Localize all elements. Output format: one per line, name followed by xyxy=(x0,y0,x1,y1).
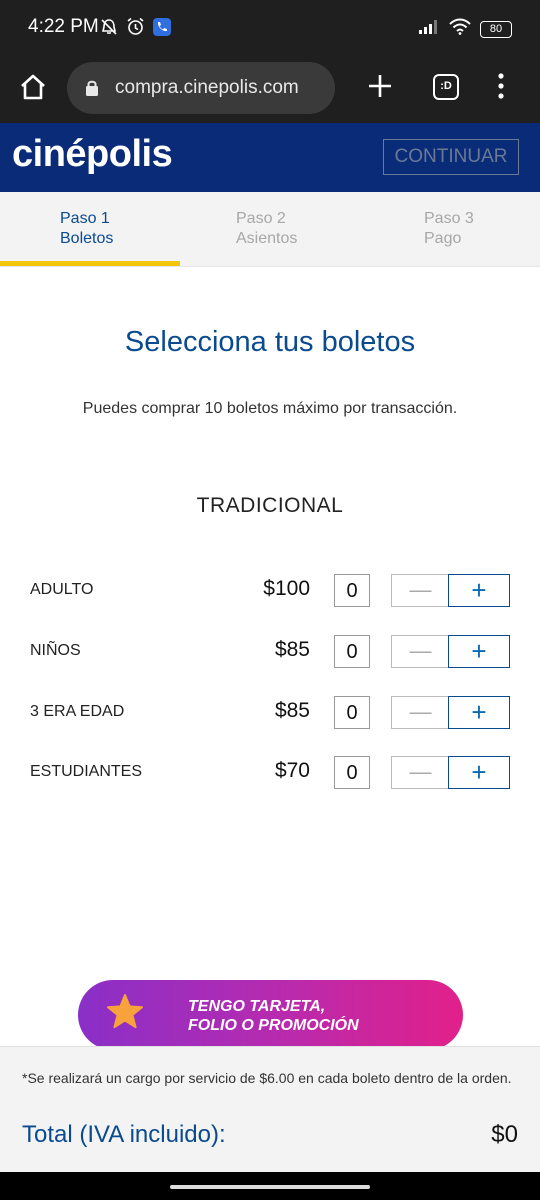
decrement-button[interactable]: — xyxy=(391,574,449,607)
increment-button[interactable]: + xyxy=(448,696,510,729)
plus-icon[interactable] xyxy=(367,73,393,99)
ticket-row-children: NIÑOS $85 0 — + xyxy=(0,635,540,669)
ticket-name: ADULTO xyxy=(30,581,94,598)
more-vert-icon[interactable] xyxy=(493,72,509,100)
continue-button[interactable]: CONTINUAR xyxy=(383,139,519,175)
step-label: Boletos xyxy=(60,230,114,247)
ticket-name: NIÑOS xyxy=(30,642,81,659)
step-tickets[interactable]: Paso 1 Boletos xyxy=(60,209,113,249)
quantity-field[interactable]: 0 xyxy=(334,574,370,607)
active-step-indicator xyxy=(0,261,180,266)
promo-button[interactable]: TENGO TARJETA, FOLIO O PROMOCIÓN xyxy=(78,980,463,1050)
increment-button[interactable]: + xyxy=(448,574,510,607)
home-icon[interactable] xyxy=(18,72,48,102)
promo-line-1: TENGO TARJETA, xyxy=(188,998,326,1015)
ticket-price: $85 xyxy=(274,638,310,661)
step-payment[interactable]: Paso 3 Pago xyxy=(424,209,474,249)
ticket-row-senior: 3 ERA EDAD $85 0 — + xyxy=(0,696,540,730)
status-right-icons: 80 xyxy=(418,18,512,40)
ticket-row-students: ESTUDIANTES $70 0 — + xyxy=(0,756,540,790)
increment-button[interactable]: + xyxy=(448,635,510,668)
service-fee-note: *Se realizará un cargo por servicio de $… xyxy=(22,1070,512,1086)
system-nav-bar xyxy=(0,1172,540,1200)
order-summary: *Se realizará un cargo por servicio de $… xyxy=(0,1046,540,1172)
step-number: Paso 3 xyxy=(424,210,474,227)
url-text: compra.cinepolis.com xyxy=(115,77,299,98)
step-number: Paso 1 xyxy=(60,210,110,227)
ticket-name: ESTUDIANTES xyxy=(30,763,143,780)
promo-line-2: FOLIO O PROMOCIÓN xyxy=(188,1017,359,1034)
star-icon xyxy=(106,994,144,1035)
step-number: Paso 2 xyxy=(236,210,286,227)
quantity-field[interactable]: 0 xyxy=(334,635,370,668)
step-label: Asientos xyxy=(236,230,298,247)
step-label: Pago xyxy=(424,230,462,247)
site-header: cinépolis CONTINUAR xyxy=(0,123,540,192)
ticket-name: 3 ERA EDAD xyxy=(30,703,125,720)
checkout-steps: Paso 1 Boletos Paso 2 Asientos Paso 3 Pa… xyxy=(0,192,540,267)
decrement-button[interactable]: — xyxy=(391,696,449,729)
decrement-button[interactable]: — xyxy=(391,756,449,789)
tabs-icon[interactable]: :D xyxy=(433,74,459,100)
increment-button[interactable]: + xyxy=(448,756,510,789)
total-label: Total (IVA incluido): xyxy=(22,1121,226,1148)
ticket-price: $85 xyxy=(274,699,310,722)
quantity-field[interactable]: 0 xyxy=(334,696,370,729)
ticket-price: $70 xyxy=(274,759,310,782)
quantity-stepper: — + xyxy=(391,574,510,607)
format-label: TRADICIONAL xyxy=(196,494,344,517)
ticket-row-adult: ADULTO $100 0 — + xyxy=(0,574,540,608)
quantity-field[interactable]: 0 xyxy=(334,756,370,789)
quantity-stepper: — + xyxy=(391,635,510,668)
status-time: 4:22 PM xyxy=(28,16,99,37)
battery-icon: 80 xyxy=(480,20,512,38)
status-left-icons xyxy=(100,17,171,41)
browser-toolbar: compra.cinepolis.com :D xyxy=(0,58,540,123)
decrement-button[interactable]: — xyxy=(391,635,449,668)
promo-label: TENGO TARJETA, FOLIO O PROMOCIÓN xyxy=(188,997,359,1035)
gesture-handle[interactable] xyxy=(170,1185,370,1189)
quantity-stepper: — + xyxy=(391,696,510,729)
signal-icon xyxy=(418,19,440,40)
phone-icon xyxy=(153,17,171,41)
status-bar: 4:22 PM 80 xyxy=(0,0,540,58)
quantity-stepper: — + xyxy=(391,756,510,789)
step-seats[interactable]: Paso 2 Asientos xyxy=(236,209,297,249)
alarm-icon xyxy=(126,17,145,41)
wifi-icon xyxy=(449,18,471,40)
page-title: Selecciona tus boletos xyxy=(124,326,416,358)
ticket-price: $100 xyxy=(263,577,310,600)
mute-icon xyxy=(100,18,118,41)
page-subtitle: Puedes comprar 10 boletos máximo por tra… xyxy=(82,400,458,417)
total-value: $0 xyxy=(491,1121,518,1148)
cinepolis-logo[interactable]: cinépolis xyxy=(12,133,173,176)
url-bar[interactable]: compra.cinepolis.com xyxy=(67,62,335,114)
lock-icon xyxy=(85,79,99,102)
